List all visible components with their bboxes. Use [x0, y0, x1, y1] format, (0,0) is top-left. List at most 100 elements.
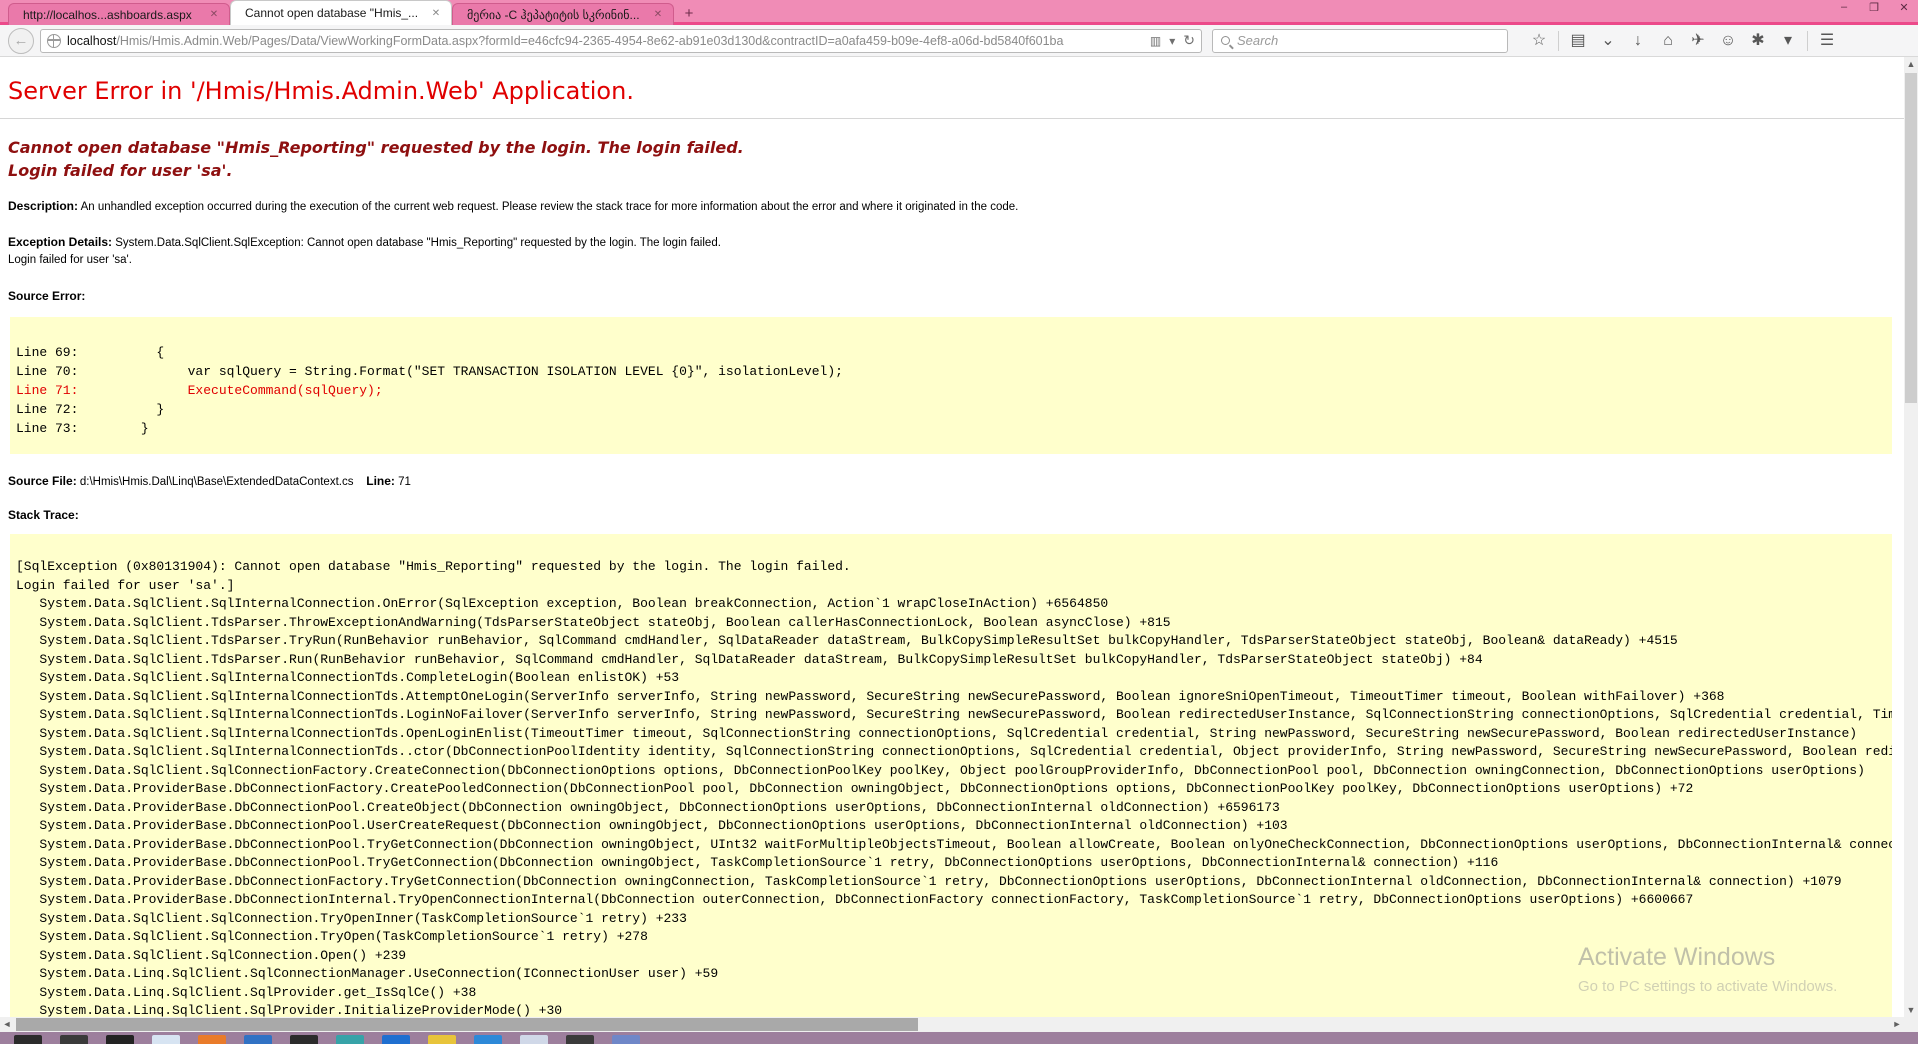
stack-trace-line: System.Data.SqlClient.SqlConnection.TryO… — [16, 910, 1892, 929]
taskbar-app-icon[interactable] — [290, 1035, 318, 1044]
menu-hamburger-icon[interactable]: ☰ — [1812, 26, 1842, 56]
line-label: Line: — [366, 474, 395, 488]
exception-details-text2: Login failed for user 'sa'. — [8, 254, 132, 266]
stack-trace-line: System.Data.ProviderBase.DbConnectionPoo… — [16, 799, 1892, 818]
description-paragraph: Description: An unhandled exception occu… — [8, 198, 1904, 216]
bookmark-star-icon[interactable]: ☆ — [1524, 26, 1554, 56]
divider — [0, 118, 1904, 119]
reload-icon[interactable]: ↻ — [1183, 32, 1195, 49]
taskbar-app-icon[interactable] — [60, 1035, 88, 1044]
scroll-down-arrow-icon[interactable]: ▼ — [1904, 1003, 1918, 1017]
taskbar-app-icon[interactable] — [336, 1035, 364, 1044]
taskbar-app-icon[interactable] — [244, 1035, 272, 1044]
url-text[interactable]: localhost/Hmis/Hmis.Admin.Web/Pages/Data… — [67, 34, 1150, 48]
tab-1[interactable]: http://localhos...ashboards.aspx ✕ — [8, 3, 230, 25]
taskbar-app-icon[interactable] — [566, 1035, 594, 1044]
stack-trace-label: Stack Trace: — [8, 508, 1904, 522]
paper-plane-icon[interactable]: ✈ — [1683, 26, 1713, 56]
stack-trace-line: System.Data.SqlClient.SqlInternalConnect… — [16, 669, 1892, 688]
error-subtitle-line1: Cannot open database "Hmis_Reporting" re… — [8, 136, 1904, 159]
taskbar-app-icon[interactable] — [198, 1035, 226, 1044]
tab-title: http://localhos...ashboards.aspx — [23, 8, 203, 22]
windows-taskbar[interactable] — [0, 1032, 1918, 1044]
stack-trace-line: System.Data.Linq.SqlClient.SqlProvider.I… — [16, 1002, 1892, 1017]
new-tab-button[interactable]: + — [676, 4, 702, 24]
line-number: 71 — [398, 476, 411, 488]
tab-2[interactable]: Cannot open database "Hmis_...✕ — [230, 0, 452, 25]
code-line: Line 73: } — [16, 419, 1892, 438]
tab-bar: http://localhos...ashboards.aspx✕Cannot … — [0, 0, 1918, 25]
exception-details-label: Exception Details: — [8, 235, 112, 249]
reader-mode-icon[interactable]: ▥ — [1150, 34, 1161, 48]
stack-trace-line: System.Data.ProviderBase.DbConnectionFac… — [16, 780, 1892, 799]
code-line: Line 72: } — [16, 400, 1892, 419]
home-icon[interactable]: ⌂ — [1653, 26, 1683, 56]
page-viewport: Server Error in '/Hmis/Hmis.Admin.Web' A… — [0, 57, 1904, 1017]
url-bar[interactable]: localhost/Hmis/Hmis.Admin.Web/Pages/Data… — [40, 29, 1202, 53]
search-placeholder: Search — [1237, 33, 1278, 48]
code-line: Line 70: var sqlQuery = String.Format("S… — [16, 362, 1892, 381]
stack-trace-line: System.Data.SqlClient.SqlInternalConnect… — [16, 743, 1892, 762]
taskbar-app-icon[interactable] — [428, 1035, 456, 1044]
tab-close-icon[interactable]: ✕ — [651, 9, 665, 20]
tab-close-icon[interactable]: ✕ — [429, 8, 443, 19]
stack-trace-line: System.Data.ProviderBase.DbConnectionPoo… — [16, 836, 1892, 855]
horizontal-scrollbar-thumb[interactable] — [16, 1018, 918, 1031]
vertical-scrollbar[interactable]: ▲ ▼ — [1904, 57, 1918, 1017]
stack-trace-block: [SqlException (0x80131904): Cannot open … — [10, 534, 1892, 1017]
exception-details-text: System.Data.SqlClient.SqlException: Cann… — [115, 237, 721, 249]
stack-trace-line: System.Data.SqlClient.SqlInternalConnect… — [16, 595, 1892, 614]
clipboard-icon[interactable]: ▤ — [1563, 26, 1593, 56]
smiley-extension-icon[interactable]: ☺ — [1713, 26, 1743, 56]
taskbar-app-icon[interactable] — [382, 1035, 410, 1044]
close-button[interactable]: ✕ — [1896, 1, 1912, 14]
source-file-label: Source File: — [8, 474, 77, 488]
back-button[interactable]: ← — [8, 28, 34, 54]
taskbar-app-icon[interactable] — [152, 1035, 180, 1044]
stack-trace-line: System.Data.SqlClient.SqlConnectionFacto… — [16, 762, 1892, 781]
scroll-up-arrow-icon[interactable]: ▲ — [1904, 57, 1918, 71]
tab-title: მერია -C ჰეპატიტის სკრინინ... — [467, 8, 647, 22]
stack-trace-line: System.Data.SqlClient.SqlInternalConnect… — [16, 725, 1892, 744]
stack-trace-line: System.Data.ProviderBase.DbConnectionPoo… — [16, 817, 1892, 836]
scrollbar-corner — [1904, 1017, 1918, 1032]
site-favicon-globe-icon — [47, 34, 61, 48]
window-controls: – ❐ ✕ — [1836, 1, 1912, 14]
stack-trace-line: System.Data.SqlClient.SqlInternalConnect… — [16, 706, 1892, 725]
maximize-button[interactable]: ❐ — [1866, 1, 1882, 14]
search-icon — [1221, 36, 1230, 45]
scroll-right-arrow-icon[interactable]: ► — [1890, 1017, 1904, 1032]
start-button[interactable] — [14, 1035, 42, 1044]
code-line: Line 71: ExecuteCommand(sqlQuery); — [16, 381, 1892, 400]
pocket-icon[interactable]: ⌄ — [1593, 26, 1623, 56]
navigation-toolbar: ← localhost/Hmis/Hmis.Admin.Web/Pages/Da… — [0, 25, 1918, 57]
scroll-left-arrow-icon[interactable]: ◄ — [0, 1017, 14, 1032]
vertical-scrollbar-thumb[interactable] — [1905, 73, 1917, 403]
source-error-code-block: Line 69: {Line 70: var sqlQuery = String… — [10, 317, 1892, 454]
overflow-dropdown-icon[interactable]: ▾ — [1773, 26, 1803, 56]
taskbar-app-icon[interactable] — [474, 1035, 502, 1044]
error-subtitle: Cannot open database "Hmis_Reporting" re… — [8, 136, 1904, 182]
horizontal-scrollbar[interactable]: ◄ ► — [0, 1017, 1904, 1032]
browser-window: http://localhos...ashboards.aspx✕Cannot … — [0, 0, 1918, 1044]
description-text: An unhandled exception occurred during t… — [81, 201, 1019, 213]
taskbar-app-icon[interactable] — [612, 1035, 640, 1044]
source-error-label: Source Error: — [8, 289, 1904, 303]
downloads-icon[interactable]: ↓ — [1623, 26, 1653, 56]
minimize-button[interactable]: – — [1836, 1, 1852, 14]
page-title: Server Error in '/Hmis/Hmis.Admin.Web' A… — [8, 77, 1904, 105]
error-subtitle-line2: Login failed for user 'sa'. — [8, 159, 1904, 182]
toolbar-separator — [1807, 31, 1808, 51]
tab-3[interactable]: მერია -C ჰეპატიტის სკრინინ... ✕ — [452, 3, 674, 25]
bug-extension-icon[interactable]: ✱ — [1743, 26, 1773, 56]
stack-trace-line: System.Data.SqlClient.TdsParser.ThrowExc… — [16, 614, 1892, 633]
taskbar-app-icon[interactable] — [106, 1035, 134, 1044]
stack-trace-line: System.Data.SqlClient.SqlConnection.Open… — [16, 947, 1892, 966]
stack-trace-line: [SqlException (0x80131904): Cannot open … — [16, 558, 1892, 577]
toolbar-separator — [1558, 31, 1559, 51]
taskbar-app-icon[interactable] — [520, 1035, 548, 1044]
search-input[interactable]: Search — [1212, 29, 1508, 53]
stack-trace-line: System.Data.ProviderBase.DbConnectionInt… — [16, 891, 1892, 910]
url-dropdown-icon[interactable]: ▾ — [1169, 34, 1175, 48]
tab-close-icon[interactable]: ✕ — [207, 9, 221, 20]
